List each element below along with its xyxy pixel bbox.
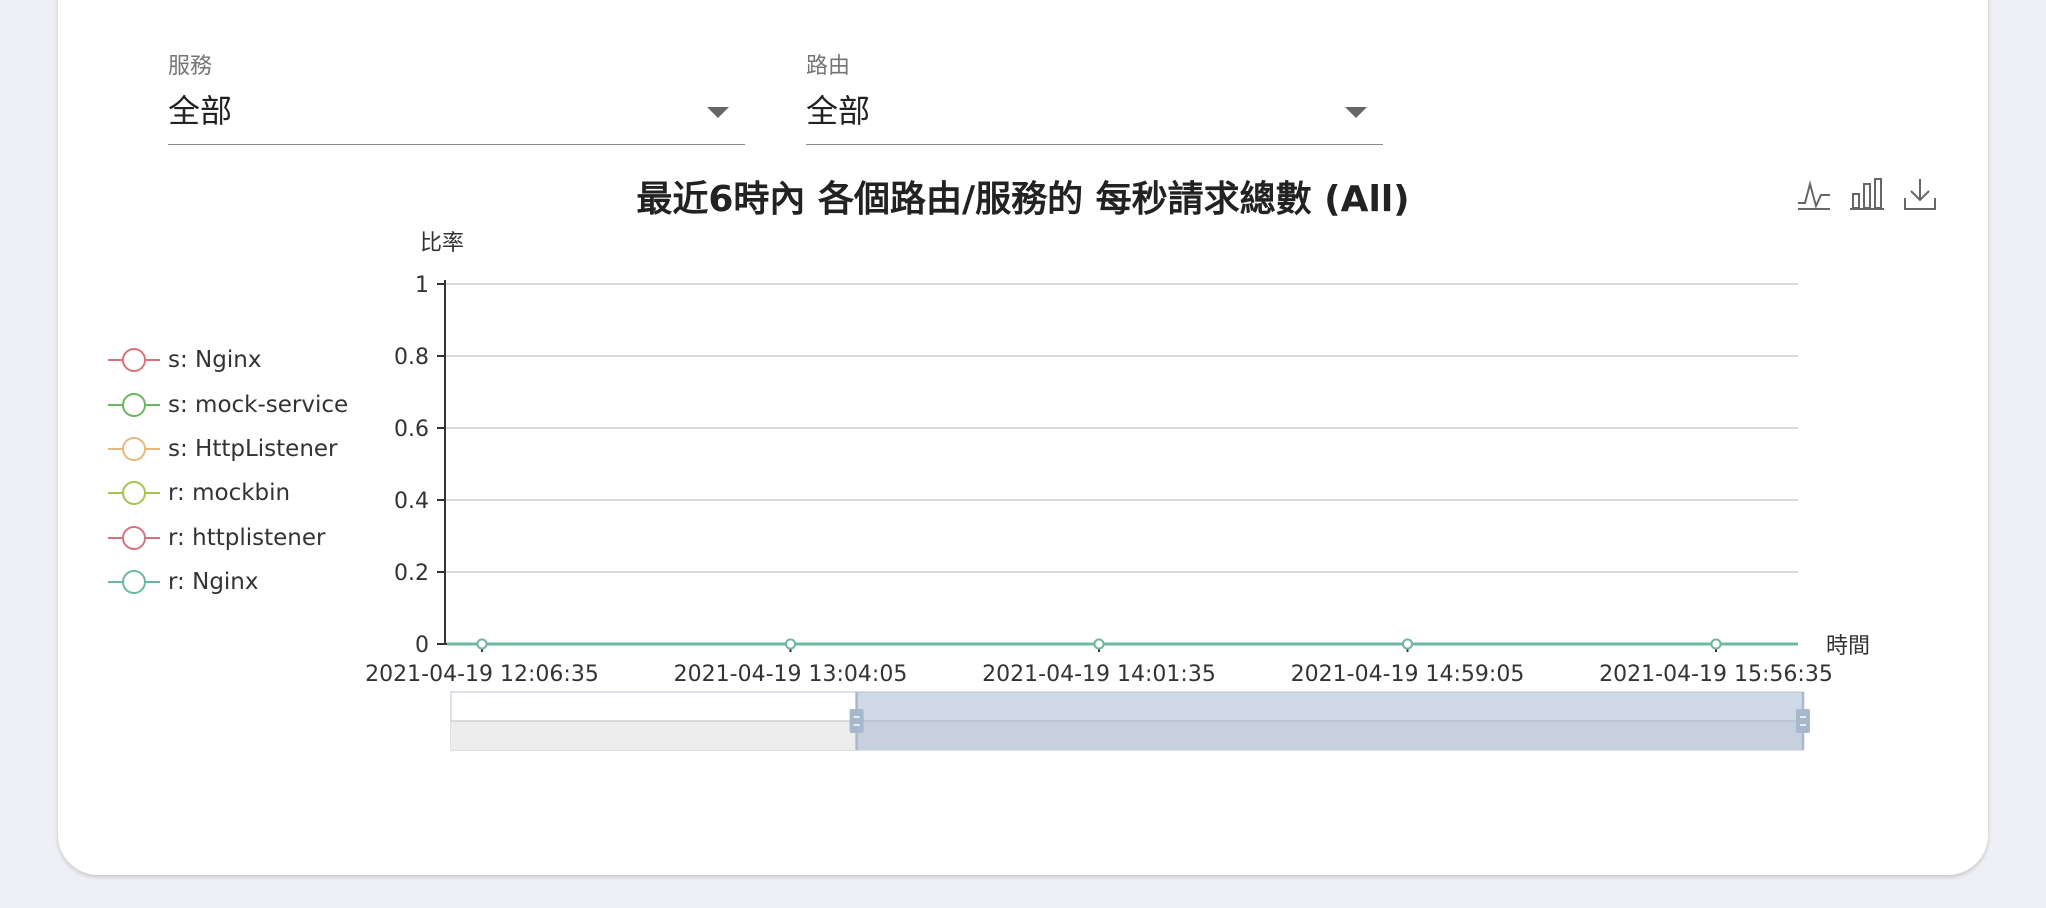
data-point — [785, 638, 796, 650]
data-point — [1093, 638, 1105, 650]
data-point — [476, 638, 488, 650]
x-tick-label: 2021-04-19 15:56:35 — [1599, 662, 1833, 687]
x-tick-label: 2021-04-19 14:01:35 — [982, 662, 1216, 687]
x-tick-label: 2021-04-19 13:04:05 — [674, 662, 908, 687]
zoom-selection[interactable] — [856, 692, 1803, 750]
y-tick-label: 0.2 — [394, 561, 429, 586]
x-axis-label: 時間 — [1826, 634, 1870, 659]
y-tick-label: 0.6 — [394, 417, 429, 442]
y-axis-label: 比率 — [420, 231, 464, 256]
data-point — [1402, 638, 1413, 650]
zoom-handle[interactable] — [849, 709, 864, 733]
y-tick-label: 0.8 — [394, 345, 429, 370]
y-tick-label: 0.4 — [394, 489, 429, 514]
y-tick-label: 0 — [415, 633, 429, 658]
data-point — [1710, 638, 1722, 650]
x-tick-label: 2021-04-19 12:06:35 — [365, 662, 599, 687]
x-tick-label: 2021-04-19 14:59:05 — [1291, 662, 1525, 687]
data-zoom-slider[interactable] — [450, 691, 1810, 751]
zoom-handle[interactable] — [1796, 709, 1810, 733]
chart-plot: 0 0.2 0.4 0.6 0.8 1 2021-04-19 12:06:35 2021-0… — [365, 231, 1870, 751]
y-tick-label: 1 — [415, 273, 429, 298]
